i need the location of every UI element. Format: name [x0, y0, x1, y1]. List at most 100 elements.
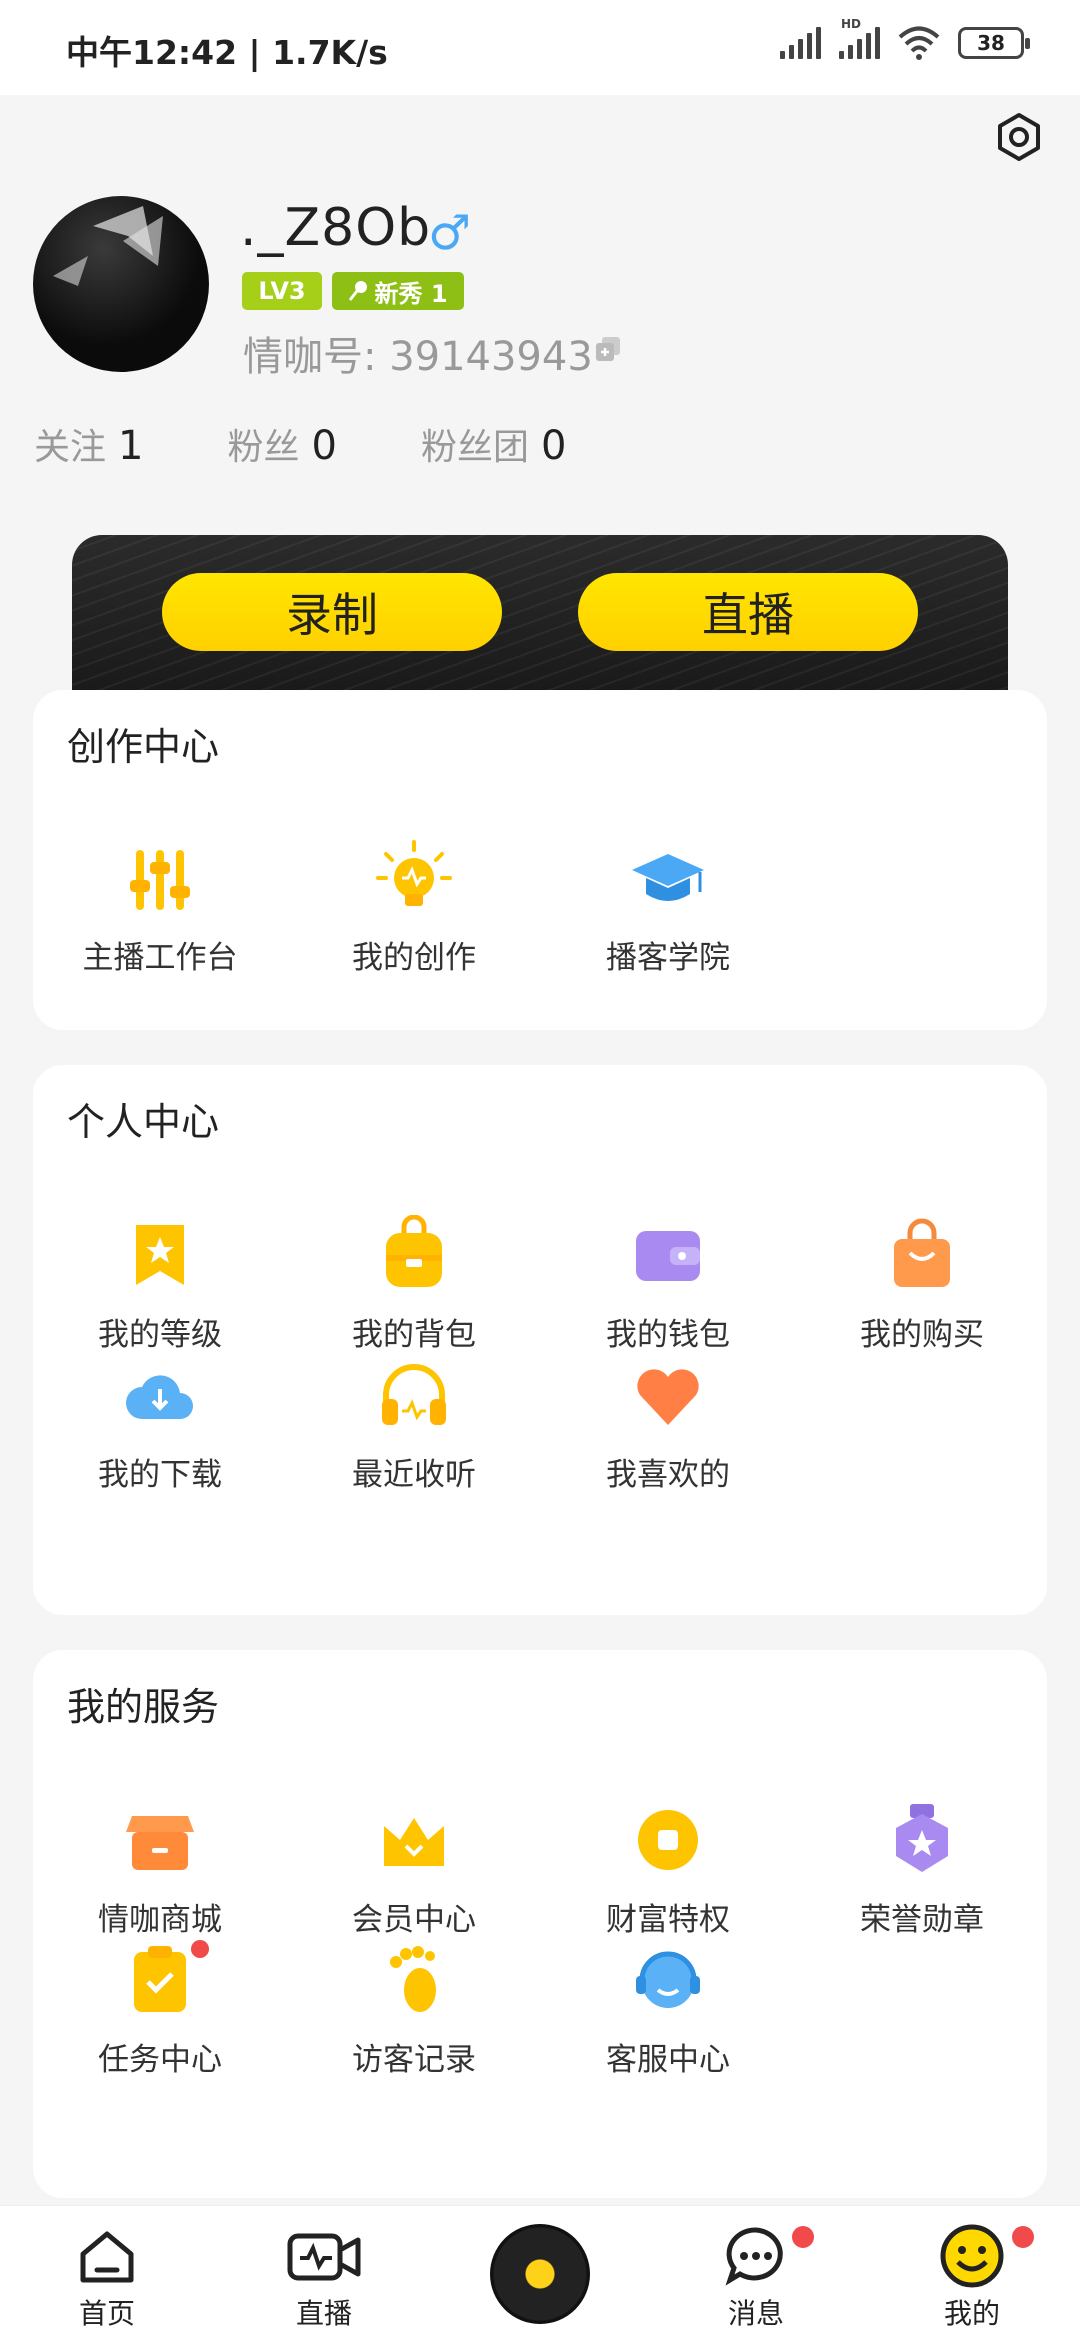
my-downloads-item[interactable]: 我的下载	[33, 1355, 287, 1495]
my-purchases-label: 我的购买	[860, 1317, 984, 1353]
coin-icon	[638, 1810, 698, 1870]
my-purchases-item[interactable]: 我的购买	[795, 1215, 1049, 1355]
stat-fan-club-label: 粉丝团	[420, 427, 529, 468]
sliders-icon	[130, 850, 190, 910]
stat-fans-value: 0	[311, 423, 337, 469]
my-level-item[interactable]: 我的等级	[33, 1215, 287, 1355]
store-item[interactable]: 情咖商城	[33, 1800, 287, 1940]
home-icon	[80, 2231, 134, 2283]
lightbulb-icon	[376, 840, 452, 906]
my-level-label: 我的等级	[98, 1317, 222, 1353]
wealth-privilege-label: 财富特权	[606, 1902, 730, 1938]
task-center-label: 任务中心	[98, 2042, 222, 2078]
tab-mine-label: 我的	[943, 2297, 1000, 2330]
live-camera-icon	[287, 2233, 361, 2281]
my-wallet-label: 我的钱包	[606, 1317, 730, 1353]
stat-following-value: 1	[118, 423, 144, 469]
store-label: 情咖商城	[98, 1902, 222, 1938]
tab-mine[interactable]: 我的	[912, 2224, 1034, 2332]
graduation-cap-icon	[632, 854, 704, 901]
my-backpack-label: 我的背包	[352, 1317, 476, 1353]
username: ._Z8Ob	[240, 198, 432, 258]
tab-live-label: 直播	[295, 2297, 352, 2330]
task-clipboard-icon	[134, 1946, 186, 2012]
my-creation-item[interactable]: 我的创作	[287, 838, 541, 978]
my-downloads-label: 我的下载	[98, 1457, 222, 1493]
newbie-badge[interactable]: 新秀 1	[332, 272, 464, 310]
personal-center-card: 个人中心 我的等级 我的背包 我的钱包 我的购买 我的下载 最近收听 我喜欢的	[33, 1065, 1047, 1615]
headphones-icon	[382, 1364, 446, 1425]
message-bubble-icon	[725, 2227, 783, 2286]
live-button[interactable]: 直播	[578, 573, 918, 651]
avatar[interactable]	[33, 196, 209, 372]
my-likes-item[interactable]: 我喜欢的	[541, 1355, 795, 1495]
wallet-icon	[636, 1231, 700, 1281]
mine-notification-dot	[1012, 2226, 1034, 2248]
my-wallet-item[interactable]: 我的钱包	[541, 1215, 795, 1355]
level-badge[interactable]: LV3	[242, 272, 322, 310]
newbie-badge-label: 新秀 1	[374, 279, 448, 308]
anchor-workbench-item[interactable]: 主播工作台	[33, 838, 287, 978]
tab-home-label: 首页	[78, 2297, 135, 2330]
footprint-icon	[390, 1946, 436, 2012]
task-center-notification-dot	[191, 1940, 209, 1958]
tab-messages-label: 消息	[727, 2297, 784, 2330]
battery-icon: 38	[958, 27, 1030, 59]
customer-service-label: 客服中心	[606, 2042, 730, 2078]
user-id: 情咖号: 39143943	[243, 334, 593, 380]
task-center-item[interactable]: 任务中心	[33, 1940, 287, 2080]
vip-center-item[interactable]: 会员中心	[287, 1800, 541, 1940]
tab-live[interactable]: 直播	[264, 2224, 384, 2332]
stat-following[interactable]: 关注 1	[34, 418, 143, 470]
stat-fan-club[interactable]: 粉丝团 0	[421, 418, 566, 470]
stat-fans-label: 粉丝	[227, 427, 300, 468]
creation-center-card: 创作中心 主播工作台 我的创作 播客学院	[33, 690, 1047, 1030]
status-time: 中午12:42 | 1.7K/s	[66, 33, 388, 72]
honor-medal-label: 荣誉勋章	[860, 1902, 984, 1938]
center-record-disc-button[interactable]	[490, 2224, 590, 2324]
store-icon	[126, 1816, 194, 1870]
status-bar: 中午12:42 | 1.7K/s HD 38	[0, 0, 1080, 95]
visitor-record-label: 访客记录	[352, 2042, 476, 2078]
signal-hd-icon: HD	[839, 17, 880, 59]
smiley-icon	[940, 2224, 1004, 2288]
tab-home[interactable]: 首页	[47, 2224, 167, 2332]
record-button[interactable]: 录制	[162, 573, 502, 651]
podcast-academy-label: 播客学院	[606, 940, 730, 976]
recently-played-item[interactable]: 最近收听	[287, 1355, 541, 1495]
anchor-workbench-label: 主播工作台	[82, 940, 238, 976]
wifi-icon	[898, 26, 940, 60]
crown-icon	[384, 1818, 444, 1866]
my-services-title: 我的服务	[67, 1685, 220, 1729]
medal-icon	[896, 1804, 948, 1872]
stat-fan-club-value: 0	[540, 423, 567, 469]
signal-icon	[780, 27, 821, 59]
podcast-academy-item[interactable]: 播客学院	[541, 838, 795, 978]
stats-row: 关注 1 粉丝 0 粉丝团 0	[34, 418, 650, 470]
my-services-card: 我的服务 情咖商城 会员中心 财富特权 荣誉勋章 任务中心 访客记录 客服中心	[33, 1650, 1047, 2198]
my-backpack-item[interactable]: 我的背包	[287, 1215, 541, 1355]
status-icons: HD 38	[780, 17, 1030, 60]
gender-male-icon: ♂	[428, 205, 472, 261]
recently-played-label: 最近收听	[352, 1457, 476, 1493]
honor-medal-item[interactable]: 荣誉勋章	[795, 1800, 1049, 1940]
stat-fans[interactable]: 粉丝 0	[227, 418, 336, 470]
copy-icon[interactable]	[594, 335, 622, 363]
level-bookmark-icon	[136, 1225, 184, 1285]
backpack-icon	[386, 1215, 442, 1287]
visitor-record-item[interactable]: 访客记录	[287, 1940, 541, 2080]
vip-center-label: 会员中心	[352, 1902, 476, 1938]
my-creation-label: 我的创作	[352, 940, 476, 976]
customer-service-item[interactable]: 客服中心	[541, 1940, 795, 2080]
creation-center-title: 创作中心	[67, 725, 220, 769]
shopping-bag-icon	[894, 1218, 950, 1287]
personal-center-title: 个人中心	[67, 1100, 220, 1144]
cloud-download-icon	[126, 1375, 193, 1419]
my-likes-label: 我喜欢的	[606, 1457, 730, 1493]
record-live-banner: 录制 直播	[72, 535, 1008, 691]
settings-gear-icon[interactable]	[994, 112, 1044, 162]
wealth-privilege-item[interactable]: 财富特权	[541, 1800, 795, 1940]
customer-service-icon	[636, 1951, 700, 2008]
tab-messages[interactable]: 消息	[696, 2224, 816, 2332]
heart-icon	[637, 1369, 699, 1425]
